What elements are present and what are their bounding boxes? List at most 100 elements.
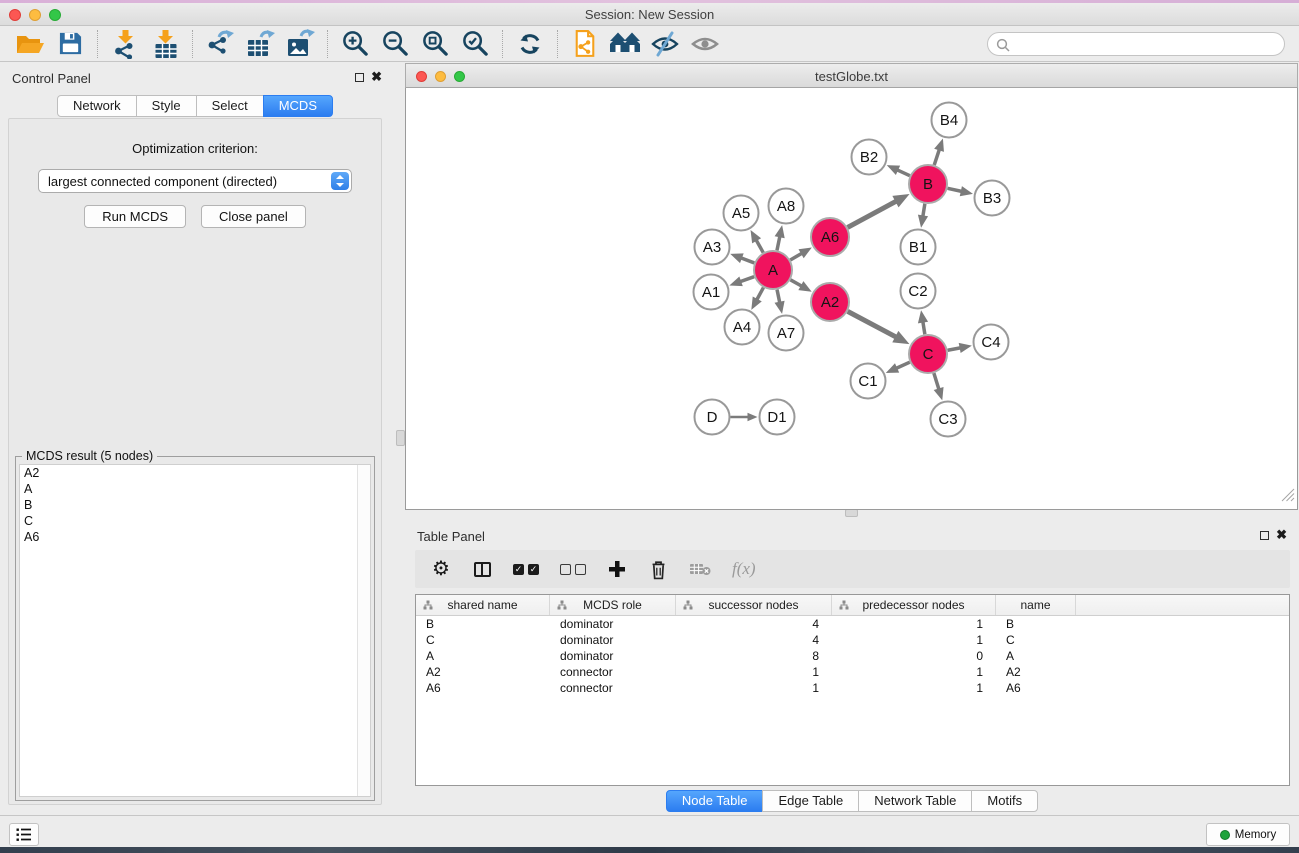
column-header-predecessor-nodes[interactable]: predecessor nodes [832,595,996,615]
select-all-icon[interactable]: ✓✓ [513,564,539,575]
duplicate-network-icon[interactable] [565,28,605,60]
graph-edge-arrowhead [730,253,743,263]
memory-button[interactable]: Memory [1206,823,1290,846]
graph-node-label: B4 [940,112,958,129]
table-row[interactable]: A2connector11A2 [416,664,1289,680]
graph-edge-B-B4[interactable] [934,148,939,165]
tab-motifs[interactable]: Motifs [971,790,1038,812]
home-icon[interactable] [605,28,645,60]
graph-edge-A-A8[interactable] [777,235,780,250]
graph-edge-arrowhead [918,310,928,323]
float-panel-icon[interactable] [355,73,364,82]
graph-node-label: B2 [860,149,878,166]
graph-edge-C-C4[interactable] [948,348,962,351]
settings-gear-icon[interactable]: ⚙ [431,559,451,579]
close-panel-icon[interactable]: ✖ [1276,527,1287,543]
graph-node-label: C4 [981,334,1000,351]
tab-node-table[interactable]: Node Table [666,790,764,812]
zoom-out-icon[interactable] [375,28,415,60]
refresh-icon[interactable] [510,28,550,60]
graph-edge-B-B2[interactable] [896,169,910,175]
import-table-icon[interactable] [145,28,185,60]
tab-mcds[interactable]: MCDS [263,95,333,117]
graph-edge-arrowhead [775,225,785,238]
control-panel-tabs: NetworkStyleSelectMCDS [0,95,390,117]
optimization-criterion-select[interactable]: largest connected component (directed) [38,169,352,193]
horizontal-split-handle[interactable] [845,509,858,517]
export-network-icon[interactable] [200,28,240,60]
column-header-successor-nodes[interactable]: successor nodes [676,595,832,615]
add-column-icon[interactable] [607,561,627,577]
graph-edge-C-C1[interactable] [895,362,909,369]
open-folder-icon[interactable] [10,28,50,60]
eye-icon[interactable] [685,28,725,60]
table-row[interactable]: Adominator80A [416,648,1289,664]
column-header-shared-name[interactable]: shared name [416,595,550,615]
task-history-button[interactable] [9,823,39,846]
delete-column-icon[interactable] [648,559,668,580]
column-header-name[interactable]: name [996,595,1076,615]
zoom-fit-icon[interactable] [415,28,455,60]
close-panel-icon[interactable]: ✖ [371,69,382,85]
import-network-icon[interactable] [105,28,145,60]
result-item[interactable]: A2 [20,465,370,481]
table-row[interactable]: Cdominator41C [416,632,1289,648]
graph-node-label: B1 [909,239,927,256]
split-columns-icon[interactable] [472,562,492,577]
graph-edge-B-B1[interactable] [923,204,925,218]
table-cell: 1 [676,680,832,696]
table-cell: B [416,616,550,632]
graph-edge-C-C2[interactable] [923,321,925,335]
network-canvas[interactable]: A5A8A3AA6A1A4A7A2B4B2BB3B1C2CC4C1C3DD1 [405,88,1298,510]
hide-eye-icon[interactable] [645,28,685,60]
table-cell: 8 [676,648,832,664]
deselect-all-icon[interactable] [560,564,586,575]
control-panel-title: Control Panel [12,71,91,86]
result-item[interactable]: A6 [20,529,370,545]
save-icon[interactable] [50,28,90,60]
table-row[interactable]: Bdominator41B [416,616,1289,632]
graph-edge-A2-C[interactable] [848,311,897,337]
graph-edge-A-A6[interactable] [790,253,803,260]
dropdown-stepper-icon [331,172,349,190]
float-panel-icon[interactable] [1260,531,1269,540]
column-header-mcds-role[interactable]: MCDS role [550,595,676,615]
graph-node-label: B [923,176,933,193]
mcds-result-list: A2ABCA6 [19,464,371,797]
search-input[interactable] [1014,35,1274,53]
tab-select[interactable]: Select [196,95,264,117]
search-field[interactable] [987,32,1285,56]
export-image-icon[interactable] [280,28,320,60]
delete-table-icon[interactable] [689,562,711,576]
graph-edge-A-A3[interactable] [740,258,754,263]
graph-edge-B-B3[interactable] [948,188,963,191]
network-graph: A5A8A3AA6A1A4A7A2B4B2BB3B1C2CC4C1C3DD1 [406,88,1297,508]
run-mcds-button[interactable]: Run MCDS [84,205,186,228]
result-item[interactable]: B [20,497,370,513]
tab-network[interactable]: Network [57,95,137,117]
result-item[interactable]: A [20,481,370,497]
graph-edge-A-A1[interactable] [739,277,754,282]
vertical-split-handle[interactable] [396,430,405,446]
graph-edge-A-A7[interactable] [777,290,780,304]
graph-edge-C-C3[interactable] [934,373,939,390]
tab-edge-table[interactable]: Edge Table [762,790,859,812]
graph-edge-A6-B[interactable] [848,201,898,228]
graph-edge-arrowhead [934,387,944,400]
tab-style[interactable]: Style [136,95,197,117]
resize-grip-icon[interactable] [1280,487,1295,507]
graph-edge-A-A2[interactable] [790,280,802,287]
zoom-in-icon[interactable] [335,28,375,60]
graph-node-label: A4 [733,319,751,336]
result-item[interactable]: C [20,513,370,529]
graph-edge-A-A5[interactable] [756,239,764,252]
tab-network-table[interactable]: Network Table [858,790,972,812]
zoom-selected-icon[interactable] [455,28,495,60]
function-icon[interactable]: f(x) [732,559,756,579]
graph-node-label: A5 [732,205,750,222]
graph-edge-A-A4[interactable] [756,288,763,301]
export-table-icon[interactable] [240,28,280,60]
close-panel-button[interactable]: Close panel [201,205,306,228]
table-row[interactable]: A6connector11A6 [416,680,1289,696]
scrollbar-track[interactable] [357,465,370,796]
